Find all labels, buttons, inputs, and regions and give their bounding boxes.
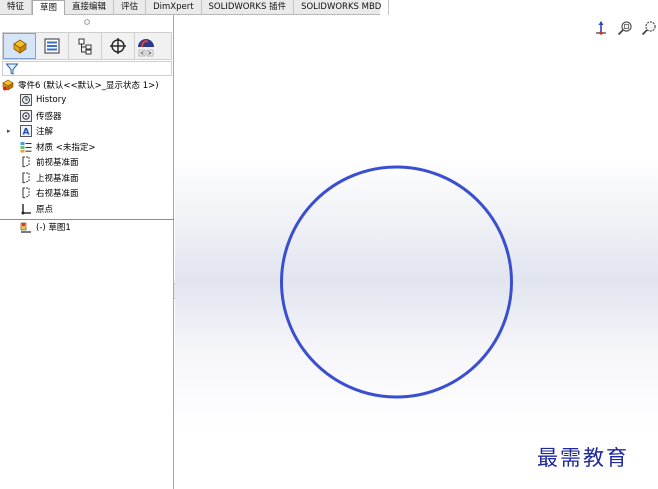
tree-item-sensors[interactable]: 传感器 <box>0 108 174 124</box>
tree-item-sketch1[interactable]: (-) 草图1 <box>0 218 174 235</box>
tree-item-label: History <box>36 95 67 106</box>
tree-item-label: 注解 <box>36 127 54 138</box>
property-manager-icon <box>44 38 60 54</box>
graphics-area[interactable] <box>175 15 658 489</box>
collapse-handle-icon <box>83 18 90 25</box>
tree-item-annotations[interactable]: ▸ A 注解 <box>0 124 174 140</box>
watermark-text: 最需教育 <box>537 446 629 470</box>
plane-icon <box>20 156 32 168</box>
dimxpert-manager-tab[interactable] <box>102 33 135 59</box>
sketch-canvas[interactable] <box>175 15 658 489</box>
feature-tree: 零件6 (默认<<默认>_显示状态 1>) History 传感器 ▸ A 注解… <box>0 77 174 234</box>
tree-item-right-plane[interactable]: 右视基准面 <box>0 186 174 202</box>
tab-sketch[interactable]: 草图 <box>32 0 66 16</box>
tab-solidworks-addins[interactable]: SOLIDWORKS 插件 <box>202 0 295 15</box>
annotation-icon: A <box>20 125 32 138</box>
sketch-icon <box>20 221 32 233</box>
property-manager-tab[interactable] <box>36 33 69 59</box>
sensor-icon <box>20 109 32 122</box>
plane-icon <box>20 187 32 199</box>
tree-item-label: 传感器 <box>36 111 62 122</box>
command-manager-tabs: 特征 草图 直接编辑 评估 DimXpert SOLIDWORKS 插件 SOL… <box>0 0 390 16</box>
tree-item-history[interactable]: History <box>0 93 174 109</box>
configuration-manager-tab[interactable] <box>69 33 102 59</box>
tree-item-label: 原点 <box>36 204 54 215</box>
sketch-circle[interactable] <box>280 165 513 399</box>
tree-root-part[interactable]: 零件6 (默认<<默认>_显示状态 1>) <box>0 77 174 93</box>
manager-tab-bar <box>2 32 172 60</box>
expand-arrow-icon[interactable]: ▸ <box>7 127 11 135</box>
tab-direct-edit[interactable]: 直接编辑 <box>65 0 115 15</box>
history-icon <box>20 94 32 107</box>
tree-item-front-plane[interactable]: 前视基准面 <box>0 155 174 171</box>
part-icon <box>2 79 14 91</box>
display-manager-tab[interactable] <box>135 33 157 59</box>
feature-manager-panel: 零件6 (默认<<默认>_显示状态 1>) History 传感器 ▸ A 注解… <box>0 15 174 489</box>
tree-item-label: 前视基准面 <box>36 158 79 169</box>
svg-text:A: A <box>23 128 30 138</box>
crosshair-icon <box>110 38 126 54</box>
tab-dimxpert[interactable]: DimXpert <box>146 0 202 15</box>
tree-item-label: (-) 草图1 <box>36 222 71 233</box>
feature-manager-icon <box>12 39 27 54</box>
tree-item-label: 上视基准面 <box>36 173 79 184</box>
tree-filter-row[interactable] <box>2 61 172 76</box>
configuration-manager-icon <box>78 38 92 55</box>
tab-evaluate[interactable]: 评估 <box>114 0 147 15</box>
tab-features[interactable]: 特征 <box>0 0 33 15</box>
tree-root-label: 零件6 (默认<<默认>_显示状态 1>) <box>18 80 159 91</box>
panel-collapse-handle[interactable] <box>0 15 173 28</box>
tree-item-label: 材质 <未指定> <box>36 142 96 153</box>
material-icon <box>20 141 32 153</box>
plane-icon <box>20 172 32 184</box>
display-manager-icon <box>138 39 154 57</box>
origin-icon <box>20 203 32 215</box>
tree-item-top-plane[interactable]: 上视基准面 <box>0 170 174 186</box>
tree-item-material[interactable]: 材质 <未指定> <box>0 139 174 155</box>
feature-manager-tab[interactable] <box>3 33 36 59</box>
filter-icon[interactable] <box>5 62 19 76</box>
tree-item-origin[interactable]: 原点 <box>0 201 174 217</box>
tab-solidworks-mbd[interactable]: SOLIDWORKS MBD <box>294 0 390 15</box>
tree-item-label: 右视基准面 <box>36 189 79 200</box>
